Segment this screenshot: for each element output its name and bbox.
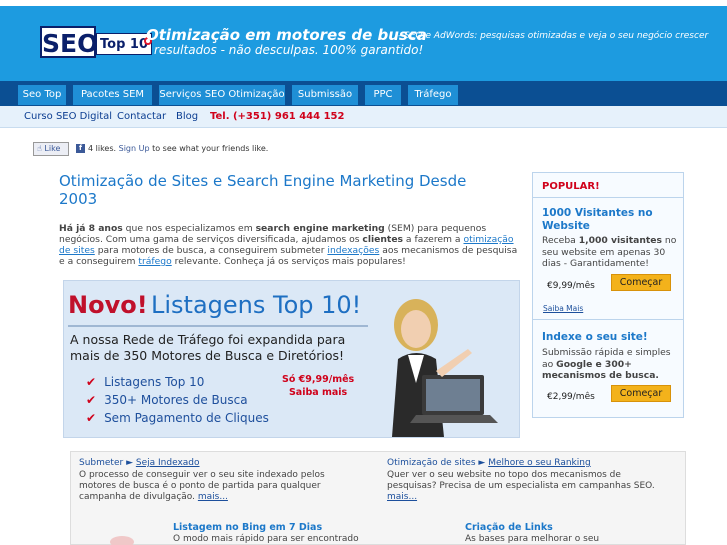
popular-label: POPULAR! — [542, 181, 600, 192]
feature-category: Otimização de sites — [387, 458, 476, 468]
intro-text: relevante. Conheça já os serviços mais p… — [171, 256, 406, 267]
banner-feature-label: Sem Pagamento de Cliques — [104, 411, 269, 425]
banner-feature-item: ✔ Sem Pagamento de Cliques — [86, 409, 269, 427]
card-text-bing: O modo mais rápido para ser encontrado — [173, 534, 359, 544]
banner-lead: A nossa Rede de Tráfego foi expandida pa… — [70, 332, 346, 363]
intro-years: Há já 8 anos — [59, 223, 123, 234]
offer-title-visitors[interactable]: 1000 Visitantes no Website — [542, 207, 678, 233]
intro-paragraph: Há já 8 anos que nos especializamos em s… — [59, 223, 521, 267]
intro-text: a fazerem a — [403, 234, 464, 245]
banner-price[interactable]: Só €9,99/mês Saiba mais — [282, 373, 354, 399]
offer-desc-visitors: Receba 1,000 visitantes no seu website e… — [542, 235, 678, 270]
banner-price-value: Só €9,99/mês — [282, 374, 355, 385]
comecar-button-visitors[interactable]: Começar — [611, 274, 671, 291]
popular-sidebar: POPULAR! 1000 Visitantes no Website Rece… — [532, 172, 684, 418]
saiba-mais-link-visitors[interactable]: Saiba Mais — [543, 304, 583, 313]
subnav-phone[interactable]: Tel. (+351) 961 444 152 — [210, 111, 344, 122]
nav-tab-pacotes-sem[interactable]: Pacotes SEM — [73, 85, 152, 105]
subnav-contactar[interactable]: Contactar — [117, 111, 166, 122]
banner-feature-label: 350+ Motores de Busca — [104, 393, 248, 407]
banner-feature-list: ✔ Listagens Top 10 ✔ 350+ Motores de Busca… — [86, 373, 269, 427]
intro-sem-bold: search engine marketing — [255, 223, 385, 234]
card-text-links: As bases para melhorar o seu — [465, 534, 600, 544]
offer-title-index[interactable]: Indexe o seu site! — [542, 331, 678, 344]
logo-top10-text: Top 10 — [96, 33, 152, 55]
banner-novo: Novo! — [68, 291, 148, 319]
arrow-right-icon: ► — [126, 458, 133, 468]
banner-feature-item: ✔ Listagens Top 10 — [86, 373, 269, 391]
feature-text-submeter: O processo de conseguir ver o seu site i… — [79, 470, 354, 503]
likes-suffix: to see what your friends like. — [152, 144, 269, 153]
thumbs-up-icon: ☝ — [37, 144, 42, 153]
offer-price-visitors: €9,99/mês — [547, 281, 595, 291]
checkmark-icon: ✔ — [86, 411, 97, 425]
offer-desc-text: Receba — [542, 235, 579, 246]
link-melhore-ranking[interactable]: Melhore o seu Ranking — [488, 458, 590, 468]
intro-text: que nos especializamos em — [122, 223, 256, 234]
intro-text: para motores de busca, a conseguirem sub… — [94, 245, 328, 256]
nav-tab-servicos-seo[interactable]: Serviços SEO Otimização — [159, 85, 285, 105]
page-title: Otimização de Sites e Search Engine Mark… — [59, 172, 467, 208]
offer-price-index: €2,99/mês — [547, 392, 595, 402]
banner-feature-item: ✔ 350+ Motores de Busca — [86, 391, 269, 409]
card-title-links[interactable]: Criação de Links — [465, 522, 553, 533]
comecar-button-index[interactable]: Começar — [611, 385, 671, 402]
header-tagline: resultados - não desculpas. 100% garanti… — [154, 43, 424, 57]
link-seja-indexado[interactable]: Seja Indexado — [136, 458, 200, 468]
offer-desc-index: Submissão rápida e simples ao Google e 3… — [542, 347, 678, 382]
nav-tab-ppc[interactable]: PPC — [365, 85, 401, 105]
intro-clientes-bold: clientes — [362, 234, 404, 245]
bottom-features: Submeter ► Seja Indexado O processo de c… — [70, 451, 686, 545]
banner-price-link: Saiba mais — [288, 387, 348, 398]
bing-card-image — [110, 536, 134, 545]
facebook-signup-link[interactable]: Sign Up — [119, 144, 150, 153]
checkmark-icon: ✔ — [86, 393, 97, 407]
feature-body: Quer ver o seu website no topo dos mecan… — [387, 470, 655, 491]
sidebar-divider — [533, 319, 683, 320]
subnav-blog[interactable]: Blog — [176, 111, 198, 122]
offer-desc-bold: Google e 300+ mecanismos de busca. — [542, 358, 659, 382]
feature-text-otimizacao: Quer ver o seu website no topo dos mecan… — [387, 470, 662, 503]
feature-heading-submeter: Submeter ► Seja Indexado — [79, 458, 200, 468]
likes-count: 4 likes. — [88, 144, 117, 153]
nav-tab-submissao[interactable]: Submissão — [292, 85, 358, 105]
feature-heading-otimizacao: Otimização de sites ► Melhore o seu Rank… — [387, 458, 591, 468]
facebook-like-button[interactable]: ☝ Like — [33, 142, 69, 156]
feature-category: Submeter — [79, 458, 124, 468]
site-header: SEO Top 10 Otimização em motores de busc… — [0, 6, 727, 81]
facebook-likes-text: 4 likes. Sign Up to see what your friend… — [88, 144, 268, 153]
nav-tab-seo-top[interactable]: Seo Top — [18, 85, 66, 105]
header-title: Otimização em motores de busca — [146, 26, 427, 44]
woman-laptop-image — [392, 299, 498, 437]
arrow-right-icon: ► — [478, 458, 486, 468]
sub-nav: Curso SEO Digital Contactar Blog Tel. (+… — [0, 106, 727, 128]
checkmark-icon: ✔ — [86, 375, 97, 389]
header-subtitle: - SEO e AdWords: pesquisas otimizadas e … — [398, 31, 709, 41]
card-title-bing[interactable]: Listagem no Bing em 7 Dias — [173, 522, 322, 533]
main-nav: Seo Top Pacotes SEM Serviços SEO Otimiza… — [0, 81, 727, 106]
site-logo[interactable]: SEO Top 10 — [40, 26, 152, 58]
banner-feature-label: Listagens Top 10 — [104, 375, 205, 389]
like-label: Like — [44, 144, 61, 153]
sidebar-divider — [533, 197, 683, 198]
promo-banner[interactable]: Novo! Listagens Top 10! A nossa Rede de … — [63, 280, 520, 438]
banner-headline: Listagens Top 10! — [151, 291, 362, 319]
logo-seo-text: SEO — [40, 26, 98, 58]
banner-divider — [68, 325, 368, 327]
link-trafego[interactable]: tráfego — [138, 256, 171, 267]
mais-link-otimizacao[interactable]: mais... — [387, 492, 417, 502]
offer-desc-bold: 1,000 visitantes — [578, 235, 662, 246]
facebook-icon: f — [76, 144, 85, 153]
nav-tab-trafego[interactable]: Tráfego — [408, 85, 458, 105]
link-indexacoes[interactable]: indexações — [327, 245, 379, 256]
subnav-curso-seo[interactable]: Curso SEO Digital — [24, 111, 112, 122]
mais-link-submeter[interactable]: mais... — [198, 492, 228, 502]
